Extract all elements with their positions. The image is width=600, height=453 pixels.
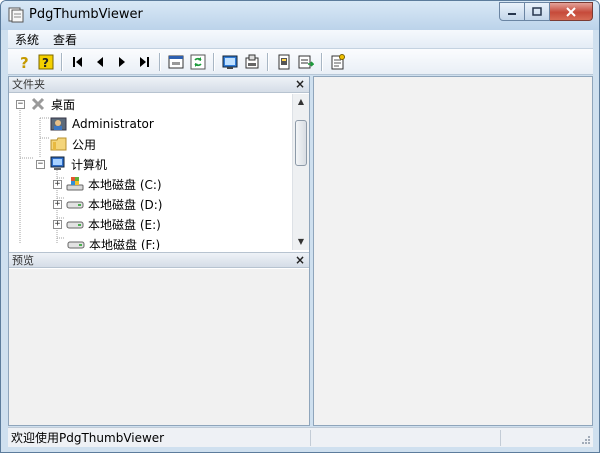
first-page-button[interactable] — [67, 51, 89, 73]
preview-pane-title: 预览 — [12, 254, 34, 267]
print-icon — [278, 54, 290, 69]
view-icon — [222, 55, 238, 69]
window-controls — [499, 2, 593, 21]
next-page-button[interactable] — [111, 51, 133, 73]
close-icon — [566, 6, 576, 17]
preview-pane-close-button[interactable]: × — [295, 253, 305, 268]
collapse-icon[interactable]: − — [36, 159, 45, 169]
export-icon — [245, 54, 259, 68]
thumbnail-view[interactable] — [313, 76, 593, 426]
menu-system[interactable]: 系统 — [8, 31, 46, 48]
tree-item-administrator[interactable]: Administrator — [50, 114, 154, 134]
tree-item-label: 本地磁盘 (F:) — [89, 237, 161, 251]
folder-pane-close-button[interactable]: × — [295, 77, 305, 92]
tree-item-label: 计算机 — [71, 157, 108, 172]
status-panel — [500, 429, 560, 446]
minimize-button[interactable] — [499, 2, 525, 21]
drive-icon — [66, 216, 84, 232]
next-page-icon — [119, 56, 125, 67]
toolbar: ? ? — [8, 49, 593, 75]
tree-item-desktop[interactable]: − 桌面 — [16, 94, 75, 114]
svg-text:?: ? — [20, 54, 29, 70]
tree-item-label: 桌面 — [51, 97, 76, 112]
folder-icon — [50, 136, 68, 152]
expand-icon[interactable]: + — [53, 179, 62, 189]
menu-bar: 系统 查看 — [8, 30, 593, 49]
properties-button[interactable] — [327, 51, 349, 73]
toolbar-separator — [159, 52, 161, 71]
left-pane: 文件夹 × − 桌面 Administrator 公用 − 计算机 + 本地磁盘… — [8, 76, 310, 426]
title-bar[interactable]: PdgThumbViewer — [1, 1, 599, 30]
svg-text:?: ? — [42, 56, 49, 70]
scroll-down-icon[interactable]: ▼ — [293, 234, 309, 250]
print-button[interactable] — [273, 51, 295, 73]
desktop-icon — [29, 96, 47, 112]
first-page-icon — [73, 56, 82, 67]
status-text: 欢迎使用PdgThumbViewer — [11, 431, 165, 445]
toolbar-separator — [61, 52, 63, 71]
maximize-icon — [532, 7, 542, 16]
help-topic-button[interactable]: ? — [35, 51, 57, 73]
window-title: PdgThumbViewer — [29, 7, 143, 22]
prev-page-button[interactable] — [89, 51, 111, 73]
tree-item-label: Administrator — [72, 117, 154, 131]
last-page-icon — [140, 56, 149, 67]
tree-item-drive-d[interactable]: + 本地磁盘 (D:) — [53, 194, 162, 214]
folder-pane-title: 文件夹 — [12, 78, 45, 91]
tree-item-label: 公用 — [72, 137, 97, 152]
tree-item-drive-c[interactable]: + 本地磁盘 (C:) — [53, 174, 162, 194]
toolbar-separator — [321, 52, 323, 71]
app-window: PdgThumbViewer 系统 查看 ? ? 文件夹 × − 桌面 Admi… — [0, 0, 600, 453]
minimize-icon — [508, 12, 516, 15]
save-button[interactable] — [295, 51, 317, 73]
properties-icon — [331, 53, 345, 69]
export-button[interactable] — [241, 51, 263, 73]
folder-pane-header: 文件夹 × — [9, 77, 309, 93]
drive-icon — [67, 236, 85, 250]
computer-icon — [49, 156, 67, 172]
scroll-thumb[interactable] — [295, 120, 307, 166]
view-button[interactable] — [219, 51, 241, 73]
expand-icon[interactable]: + — [53, 219, 62, 229]
help-button[interactable]: ? — [13, 51, 35, 73]
last-page-button[interactable] — [133, 51, 155, 73]
folder-tree: − 桌面 Administrator 公用 − 计算机 + 本地磁盘 (C:) … — [9, 94, 292, 250]
menu-view[interactable]: 查看 — [46, 31, 84, 48]
save-icon — [298, 55, 314, 68]
maximize-button[interactable] — [525, 2, 550, 21]
window-icon — [168, 55, 184, 68]
tree-item-computer[interactable]: − 计算机 — [36, 154, 107, 174]
help-topic-icon: ? — [38, 54, 54, 70]
tree-item-label: 本地磁盘 (E:) — [88, 217, 161, 232]
tree-item-drive-e[interactable]: + 本地磁盘 (E:) — [53, 214, 161, 234]
tree-item-public[interactable]: 公用 — [50, 134, 96, 154]
prev-page-icon — [97, 56, 103, 67]
toolbar-separator — [267, 52, 269, 71]
tree-scrollbar[interactable]: ▲ ▼ — [292, 94, 309, 250]
tree-item-label: 本地磁盘 (C:) — [88, 177, 162, 192]
window-button[interactable] — [165, 51, 187, 73]
status-panel — [310, 429, 500, 446]
scroll-up-icon[interactable]: ▲ — [293, 94, 309, 110]
drive-icon — [66, 196, 84, 212]
tree-item-label: 本地磁盘 (D:) — [88, 197, 163, 212]
close-button[interactable] — [550, 2, 593, 21]
preview-area — [9, 269, 309, 425]
status-bar: 欢迎使用PdgThumbViewer — [8, 427, 593, 447]
user-folder-icon — [50, 116, 68, 132]
refresh-button[interactable] — [187, 51, 209, 73]
system-drive-icon — [66, 176, 84, 192]
tree-item-drive-f[interactable]: 本地磁盘 (F:) — [67, 234, 160, 250]
resize-grip-icon[interactable] — [581, 435, 591, 445]
app-icon — [8, 7, 24, 23]
help-icon: ? — [20, 54, 29, 70]
expand-icon[interactable]: + — [53, 199, 62, 209]
preview-pane-header: 预览 × — [9, 252, 309, 268]
toolbar-separator — [213, 52, 215, 71]
collapse-icon[interactable]: − — [16, 99, 25, 109]
refresh-icon — [190, 54, 206, 69]
